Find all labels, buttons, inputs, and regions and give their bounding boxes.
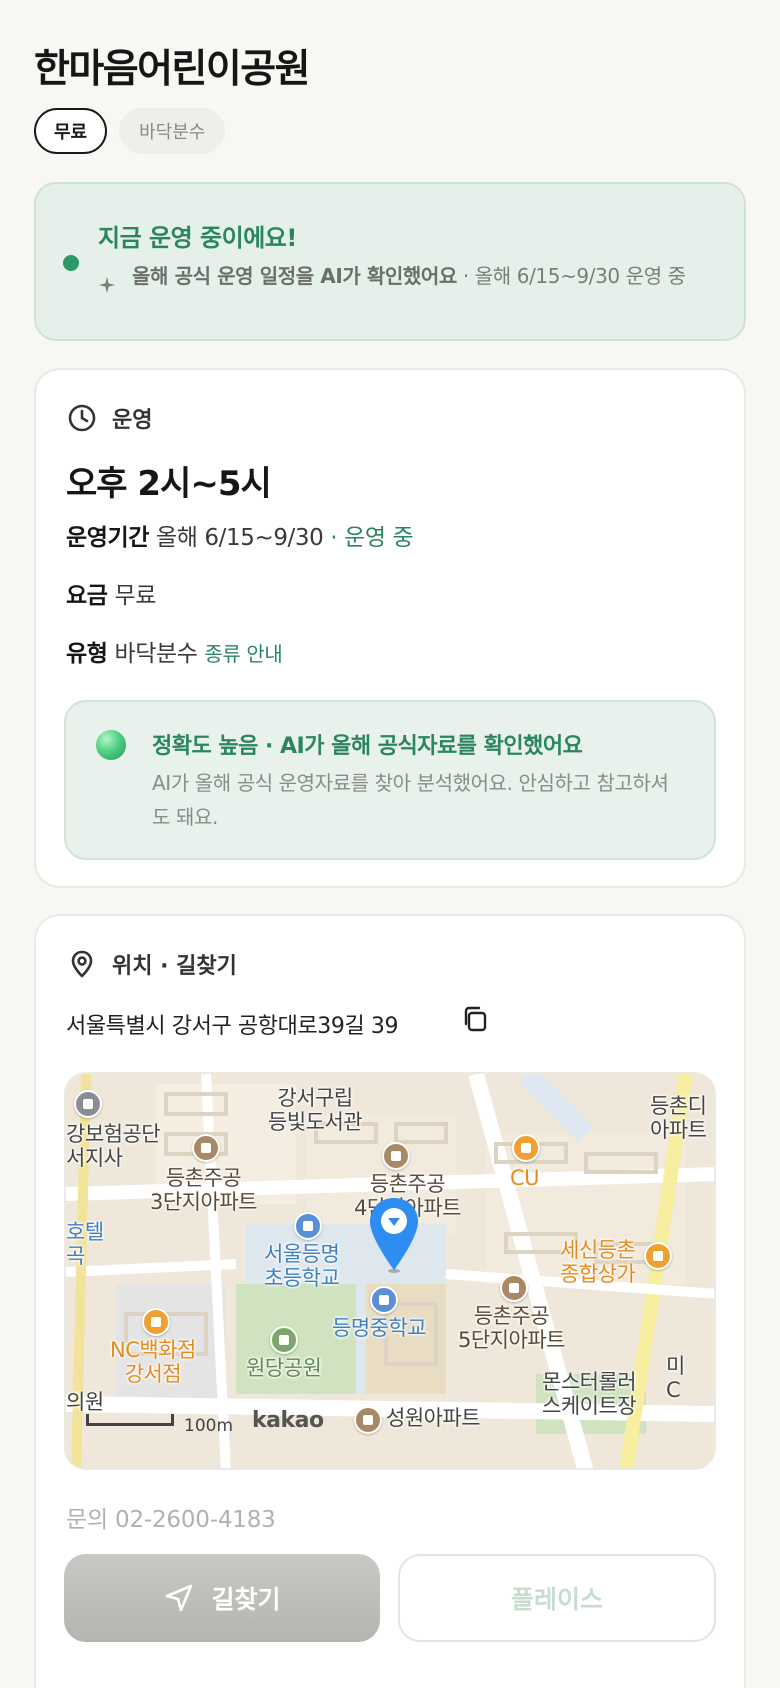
status-detail-bold: 올해 공식 운영 일정을 AI가 확인했어요 [132, 264, 457, 288]
map-label-rink: 몬스터롤러 스케이트장 [542, 1370, 637, 1418]
chip-free[interactable]: 무료 [34, 108, 108, 154]
map-poi-park-icon [270, 1326, 298, 1354]
period-row: 운영기간 올해 6/15~9/30 · 운영 중 [66, 518, 414, 552]
type-guide-link[interactable]: 종류 안내 [204, 642, 282, 666]
map-label-hotel: 호텔 곡 [66, 1220, 104, 1268]
map-label-seongwon: 성원아파트 [386, 1406, 481, 1430]
location-pin-icon [71, 950, 93, 978]
copy-icon[interactable] [460, 1004, 490, 1034]
map-scale-text: 100m [184, 1416, 234, 1436]
page: 한마음어린이공원 무료 바닥분수 지금 운영 중이에요! 올해 공식 운영 일정… [0, 0, 780, 1688]
location-card: 위치 · 길찾기 서울특별시 강서구 공항대로39길 39 강서구립 등빛도서관… [34, 914, 746, 1688]
fee-value: 무료 [114, 583, 156, 609]
place-button[interactable]: 플레이스 [398, 1554, 716, 1642]
map-label-middle: 등명중학교 [332, 1316, 427, 1340]
place-button-label: 플레이스 [510, 1586, 603, 1614]
map-poi-apartment-icon [192, 1134, 220, 1162]
map-label-elementary: 서울등명 초등학교 [264, 1242, 340, 1290]
fee-row: 요금 무료 [66, 576, 156, 610]
accuracy-title: 정확도 높음 · AI가 올해 공식자료를 확인했어요 [152, 734, 583, 759]
location-section-header: 위치 · 길찾기 [66, 948, 237, 980]
type-row: 유형 바닥분수 종류 안내 [66, 634, 283, 668]
tag-chips: 무료 바닥분수 [34, 108, 226, 154]
map-poi-shopping-icon [142, 1308, 170, 1336]
map-label-cu: CU [510, 1166, 540, 1190]
clock-icon [68, 404, 96, 432]
status-title: 지금 운영 중이에요! [98, 224, 297, 252]
map-label-insurance: 강보험공단 서지사 [66, 1122, 161, 1170]
status-detail-rest: · 올해 6/15~9/30 운영 중 [456, 264, 686, 288]
map-poi-apartment-icon [354, 1406, 382, 1434]
navigate-button[interactable]: 길찾기 [64, 1554, 380, 1642]
map-label-right-edge: 미 C [666, 1354, 685, 1402]
sparkle-icon [98, 276, 116, 294]
map-label-apt-right: 등촌디 아파트 [650, 1094, 707, 1142]
ai-orb-icon [96, 730, 126, 760]
map-poi-store-icon [512, 1134, 540, 1162]
map-poi-school-icon [294, 1212, 322, 1240]
type-label: 유형 [66, 641, 108, 667]
operating-status-card: 지금 운영 중이에요! 올해 공식 운영 일정을 AI가 확인했어요 · 올해 … [34, 182, 746, 341]
map-poi-shopping-icon [644, 1242, 672, 1270]
map-label-nc: NC백화점 강서점 [110, 1338, 196, 1386]
map-label-clinic: 의원 [66, 1390, 104, 1414]
map-label-market: 세신등촌 종합상가 [560, 1238, 636, 1286]
map-label-apt3: 등촌주공 3단지아파트 [150, 1166, 257, 1214]
map-label-library: 강서구립 등빛도서관 [268, 1086, 363, 1134]
status-dot-icon [63, 255, 79, 271]
operation-section-label: 운영 [112, 408, 153, 433]
map-provider-logo: kakao [252, 1408, 324, 1433]
accuracy-box: 정확도 높음 · AI가 올해 공식자료를 확인했어요 AI가 올해 공식 운영… [64, 700, 716, 860]
map-label-park: 원당공원 [246, 1356, 322, 1380]
map-poi-office-icon [74, 1090, 102, 1118]
page-title: 한마음어린이공원 [34, 47, 311, 92]
address-text: 서울특별시 강서구 공항대로39길 39 [66, 1014, 399, 1039]
map-label-apt5: 등촌주공 5단지아파트 [458, 1304, 565, 1352]
period-label: 운영기간 [66, 525, 150, 551]
navigate-button-label: 길찾기 [211, 1586, 281, 1614]
accuracy-description: AI가 올해 공식 운영자료를 찾아 분석했어요. 안심하고 참고하셔도 돼요. [152, 771, 669, 829]
period-separator: · [323, 525, 345, 551]
navigation-arrow-icon [166, 1584, 193, 1612]
map-poi-apartment-icon [382, 1142, 410, 1170]
map-view[interactable]: 강서구립 등빛도서관 강보험공단 서지사 등촌주공 3단지아파트 등촌주공 4단… [64, 1072, 716, 1470]
status-detail: 올해 공식 운영 일정을 AI가 확인했어요 · 올해 6/15~9/30 운영… [132, 262, 722, 291]
map-marker-icon[interactable] [368, 1196, 420, 1274]
contact-phone[interactable]: 문의 02-2600-4183 [66, 1500, 276, 1534]
fee-label: 요금 [66, 583, 108, 609]
map-poi-apartment-icon [500, 1274, 528, 1302]
operation-section-header: 운영 [66, 402, 152, 434]
operating-hours: 오후 2시~5시 [66, 464, 272, 504]
map-scale-bar [86, 1414, 174, 1426]
map-poi-school-icon [370, 1286, 398, 1314]
operation-card: 운영 오후 2시~5시 운영기간 올해 6/15~9/30 · 운영 중 요금 … [34, 368, 746, 888]
chip-floor-fountain[interactable]: 바닥분수 [119, 108, 226, 154]
period-status: 운영 중 [344, 525, 414, 551]
period-value: 올해 6/15~9/30 [155, 525, 324, 551]
location-section-label: 위치 · 길찾기 [112, 954, 237, 979]
type-value: 바닥분수 [114, 641, 198, 667]
